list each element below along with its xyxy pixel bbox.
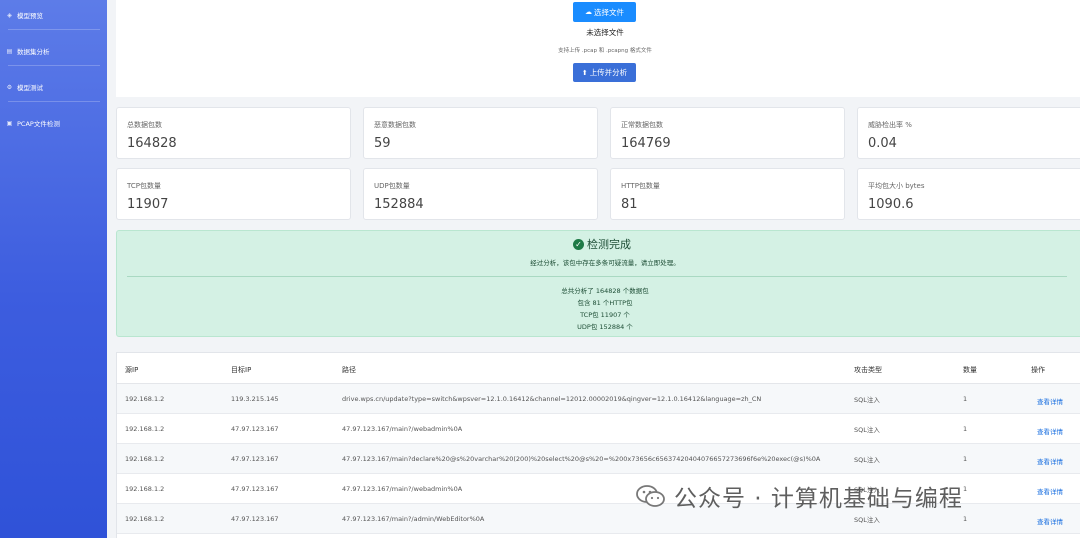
stat-value: 59 — [374, 136, 391, 151]
summary-tcp: TCP包 11907 个 — [580, 311, 630, 319]
table-row: 192.168.1.2 47.97.123.167 47.97.123.167/… — [117, 444, 1080, 474]
cell-count: 1 — [963, 394, 968, 403]
result-title: ✓ 检测完成 — [573, 236, 631, 252]
gear-icon: ⚙ — [6, 83, 13, 91]
wechat-icon — [636, 485, 665, 507]
col-action: 操作 — [1031, 365, 1045, 374]
sidebar-item-label: PCAP文件检测 — [17, 120, 60, 128]
cell-attack-type: SQL注入 — [854, 425, 880, 434]
stat-value: 11907 — [127, 197, 169, 212]
view-details-link[interactable]: 查看详情 — [1037, 386, 1063, 415]
col-attack-type: 攻击类型 — [854, 365, 882, 374]
stat-label: 平均包大小 bytes — [868, 182, 925, 190]
stat-value: 81 — [621, 197, 638, 212]
col-dst-ip: 目标IP — [231, 365, 252, 374]
cell-path: 47.97.123.167/main?/webadmin%0A — [342, 424, 463, 433]
cell-src-ip: 192.168.1.2 — [125, 394, 165, 403]
col-src-ip: 源IP — [125, 365, 139, 374]
model-icon: ◈ — [7, 11, 12, 19]
col-count: 数量 — [963, 365, 977, 374]
upload-analyze-button[interactable]: ⬆ 上传并分析 — [573, 63, 636, 82]
file-check-icon: ▣ — [6, 119, 13, 127]
stat-value: 1090.6 — [868, 197, 914, 212]
cell-attack-type: SQL注入 — [854, 395, 880, 404]
col-path: 路径 — [342, 365, 356, 374]
upload-hint: 支持上传 .pcap 和 .pcapng 格式文件 — [558, 48, 652, 54]
table-header: 源IP 目标IP 路径 攻击类型 数量 操作 — [117, 356, 1080, 384]
file-status: 未选择文件 — [586, 28, 624, 37]
result-divider — [127, 276, 1067, 277]
cell-src-ip: 192.168.1.2 — [125, 454, 165, 463]
summary-http: 包含 81 个HTTP包 — [577, 299, 633, 307]
stat-label: 正常数据包数 — [621, 121, 663, 129]
cell-dst-ip: 119.3.215.145 — [231, 394, 279, 403]
stat-label: TCP包数量 — [127, 182, 161, 190]
summary-udp: UDP包 152884 个 — [577, 323, 633, 331]
stat-label: 威胁检出率 % — [868, 121, 912, 129]
stat-card-malicious-packets: 恶意数据包数 59 — [363, 107, 598, 159]
cell-attack-type: SQL注入 — [854, 455, 880, 464]
cell-dst-ip: 47.97.123.167 — [231, 514, 279, 523]
upload-analyze-label: 上传并分析 — [589, 68, 628, 77]
sidebar-item-label: 模型预览 — [17, 12, 43, 20]
choose-file-label: 选择文件 — [594, 7, 624, 17]
stat-card-normal-packets: 正常数据包数 164769 — [610, 107, 845, 159]
stat-value: 164769 — [621, 136, 671, 151]
sidebar-item-pcap-detection[interactable]: ▣ PCAP文件检测 — [0, 108, 107, 138]
cell-dst-ip: 47.97.123.167 — [231, 484, 279, 493]
cell-path: drive.wps.cn/update?type=switch&wpsver=1… — [342, 394, 762, 403]
sidebar: ◈ 模型预览 ▤ 数据集分析 ⚙ 模型测试 ▣ PCAP文件检测 — [0, 0, 107, 538]
cell-dst-ip: 47.97.123.167 — [231, 424, 279, 433]
summary-total: 总共分析了 164828 个数据包 — [561, 287, 649, 295]
sidebar-item-model-test[interactable]: ⚙ 模型测试 — [0, 72, 107, 102]
detection-result-panel: ✓ 检测完成 经过分析，该包中存在多条可疑流量，请立即处理。 总共分析了 164… — [116, 230, 1080, 337]
sidebar-item-label: 模型测试 — [17, 84, 43, 92]
stat-label: 总数据包数 — [127, 121, 162, 129]
watermark-text: 公众号 · 计算机基础与编程 — [674, 486, 963, 512]
cell-count: 1 — [963, 424, 968, 433]
check-circle-icon: ✓ — [573, 238, 584, 250]
sidebar-divider — [8, 101, 100, 102]
stat-value: 152884 — [374, 197, 424, 212]
upload-icon: ⬆ — [581, 68, 588, 77]
stat-value: 164828 — [127, 136, 177, 151]
stat-label: UDP包数量 — [374, 182, 410, 190]
table-row: 192.168.1.2 47.97.123.167 47.97.123.167/… — [117, 414, 1080, 444]
stat-card-threat-rate: 威胁检出率 % 0.04 — [857, 107, 1080, 159]
cell-src-ip: 192.168.1.2 — [125, 484, 165, 493]
cell-src-ip: 192.168.1.2 — [125, 514, 165, 523]
result-title-text: 检测完成 — [587, 238, 631, 251]
stat-card-avg-packet-size: 平均包大小 bytes 1090.6 — [857, 168, 1080, 220]
stat-value: 0.04 — [868, 136, 897, 151]
view-details-link[interactable]: 查看详情 — [1037, 416, 1063, 445]
cell-dst-ip: 47.97.123.167 — [231, 454, 279, 463]
cell-src-ip: 192.168.1.2 — [125, 424, 165, 433]
cell-path: 47.97.123.167/main?declare%20@s%20varcha… — [342, 454, 821, 463]
choose-file-button[interactable]: ☁ 选择文件 — [573, 2, 636, 22]
stat-card-total-packets: 总数据包数 164828 — [116, 107, 351, 159]
cloud-upload-icon: ☁ — [585, 8, 592, 16]
result-message: 经过分析，该包中存在多条可疑流量，请立即处理。 — [530, 259, 680, 267]
watermark: 公众号 · 计算机基础与编程 — [636, 478, 1056, 514]
stat-card-http-packets: HTTP包数量 81 — [610, 168, 845, 220]
cell-count: 1 — [963, 454, 968, 463]
stat-card-tcp-packets: TCP包数量 11907 — [116, 168, 351, 220]
view-details-link[interactable]: 查看详情 — [1037, 446, 1063, 475]
sidebar-divider — [8, 65, 100, 66]
stat-label: HTTP包数量 — [621, 182, 660, 190]
sidebar-item-model-preview[interactable]: ◈ 模型预览 — [0, 0, 107, 30]
stat-card-udp-packets: UDP包数量 152884 — [363, 168, 598, 220]
table-row: 192.168.1.2 119.3.215.145 drive.wps.cn/u… — [117, 384, 1080, 414]
stat-label: 恶意数据包数 — [374, 121, 416, 129]
